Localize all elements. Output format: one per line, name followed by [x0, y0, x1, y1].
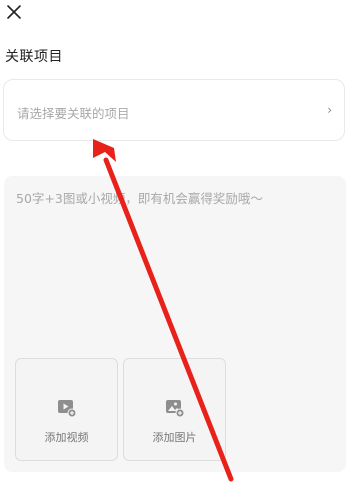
compose-area: 添加视频 添加图片 — [4, 176, 346, 472]
section-title: 关联项目 — [5, 49, 63, 65]
chevron-right-icon: › — [327, 103, 332, 117]
close-icon — [7, 5, 21, 19]
image-icon — [166, 400, 185, 418]
video-icon — [58, 400, 77, 418]
add-video-button[interactable]: 添加视频 — [15, 358, 118, 461]
select-project-placeholder: 请选择要关联的项目 — [17, 106, 130, 121]
arrow-head — [93, 139, 116, 162]
compose-input[interactable] — [16, 188, 332, 348]
add-video-label: 添加视频 — [44, 431, 89, 444]
close-button[interactable] — [2, 0, 26, 24]
add-image-label: 添加图片 — [152, 431, 197, 444]
select-project-row[interactable]: 请选择要关联的项目 › — [3, 79, 345, 141]
add-image-button[interactable]: 添加图片 — [123, 358, 226, 461]
